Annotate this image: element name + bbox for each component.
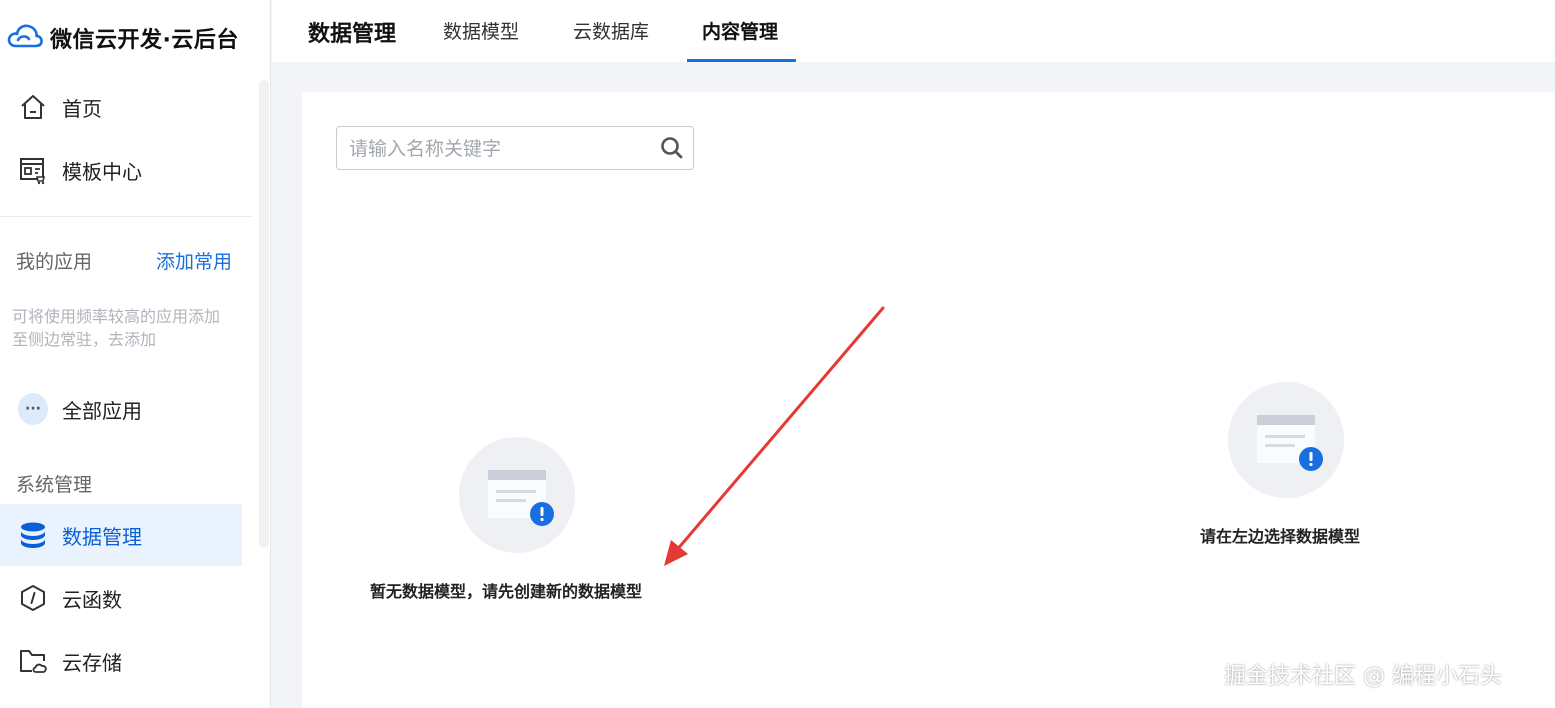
select-model-message: 请在左边选择数据模型 [1200, 527, 1361, 546]
sidebar-item-all-apps[interactable]: ··· 全部应用 [0, 378, 242, 440]
cloud-logo-icon [6, 22, 44, 54]
cloud-storage-icon [18, 646, 48, 676]
sidebar-item-cloud-function[interactable]: 云函数 [0, 567, 242, 629]
sidebar-item-template-center[interactable]: 模板中心 [0, 139, 242, 201]
content-panel: 暂无数据模型，请先创建新的数据模型 请在左边选择数据模型 [302, 92, 1555, 708]
page-title: 数据管理 [308, 22, 397, 47]
sidebar-item-home[interactable]: 首页 [0, 76, 242, 138]
search-icon[interactable] [659, 135, 685, 161]
sidebar-item-cloud-storage[interactable]: 云存储 [0, 630, 242, 692]
tab-content-management[interactable]: 内容管理 [702, 17, 778, 44]
select-model-illustration [1228, 382, 1344, 498]
divider [0, 216, 252, 217]
database-icon [18, 520, 48, 550]
sidebar-item-label: 首页 [62, 96, 102, 121]
add-common-link[interactable]: 添加常用 [156, 247, 232, 274]
empty-model-illustration [459, 437, 575, 553]
my-apps-label: 我的应用 [16, 251, 93, 273]
cloud-function-icon [18, 583, 48, 613]
sidebar-item-label: 云存储 [62, 650, 122, 675]
tab-cloud-database[interactable]: 云数据库 [573, 17, 649, 44]
all-apps-dot: ··· [18, 393, 48, 425]
watermark: 掘金技术社区 @ 编程小石头 [1224, 664, 1502, 689]
sidebar-item-label: 云函数 [62, 587, 122, 612]
my-apps-hint: 可将使用频率较高的应用添加至侧边常驻，去添加 [12, 307, 221, 349]
search-box [336, 126, 694, 171]
top-nav: 数据管理 数据模型 云数据库 内容管理 [272, 0, 1555, 62]
home-icon [18, 92, 48, 122]
empty-model-message: 暂无数据模型，请先创建新的数据模型 [370, 582, 643, 601]
brand-name: 微信云开发·云后台 [50, 28, 239, 53]
active-tab-indicator [687, 59, 796, 62]
sidebar-scrollbar[interactable] [259, 80, 269, 548]
system-management-label: 系统管理 [16, 474, 93, 496]
empty-document-icon [488, 470, 554, 526]
sidebar-item-label: 全部应用 [62, 398, 142, 423]
tab-data-model[interactable]: 数据模型 [443, 17, 519, 44]
template-store-icon [18, 155, 48, 185]
sidebar-item-data-management[interactable]: 数据管理 [0, 504, 242, 566]
sidebar-item-label: 数据管理 [62, 524, 142, 549]
sidebar-item-label: 模板中心 [62, 159, 142, 184]
sidebar: 微信云开发·云后台 首页 模板中心 我的应用 添加常用 可将使用频率较高的应用添… [0, 0, 271, 708]
empty-document-icon [1257, 415, 1323, 471]
brand[interactable]: 微信云开发·云后台 [6, 18, 239, 58]
more-icon: ··· [18, 393, 48, 425]
search-input[interactable] [337, 127, 661, 171]
